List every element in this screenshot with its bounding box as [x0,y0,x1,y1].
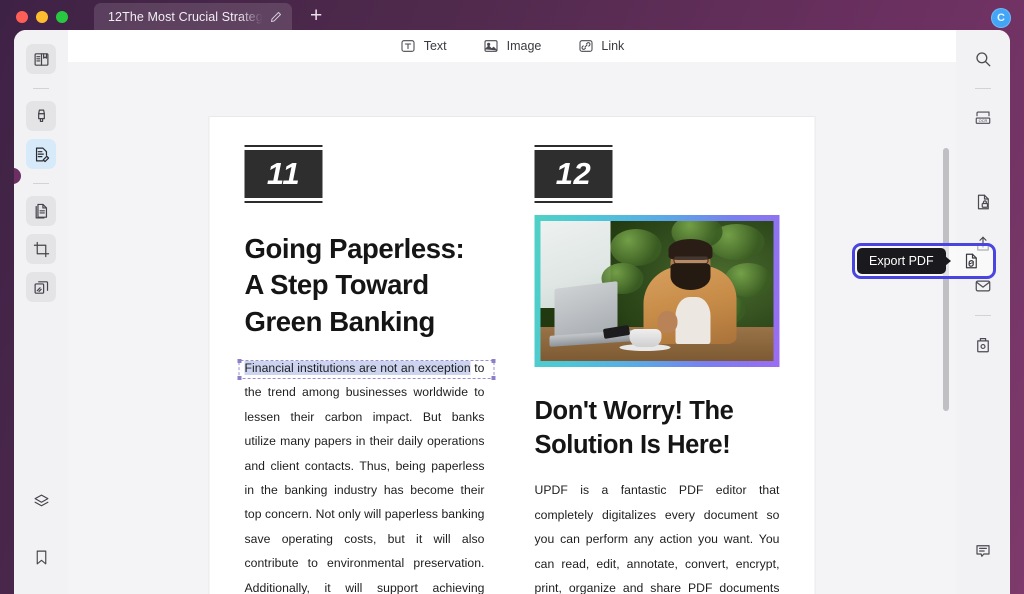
badge-rule-top [244,145,323,147]
layers-icon [33,493,50,510]
sidebar-item-batch[interactable] [26,272,56,302]
export-convert-icon[interactable] [957,247,985,275]
export-pdf-highlight[interactable]: Export PDF [852,243,996,279]
badge-box: 11 [244,150,323,198]
title-bar: 12The Most Crucial Strateg + C [0,0,1024,34]
paragraph-1-rest: to the trend among businesses worldwide … [244,360,485,594]
sidebar-item-annotate[interactable] [26,101,56,131]
left-column-paragraph-1[interactable]: Financial institutions are not an except… [237,356,496,594]
right-item-comments[interactable] [968,536,998,566]
active-tool-marker [14,168,21,184]
left-column-heading: Going Paperless: A Step Toward Green Ban… [244,233,465,337]
vertical-scrollbar[interactable] [943,148,949,411]
book-icon [33,51,50,68]
right-item-protect[interactable] [968,187,998,217]
highlighter-icon [33,108,50,125]
ocr-icon: OCR [974,109,992,127]
right-item-compress[interactable] [968,330,998,360]
document-image-frame[interactable] [534,215,780,367]
selection-handle[interactable] [237,375,242,380]
left-toolbar [14,30,68,594]
photo-coffee-cup [629,328,662,347]
pdf-page[interactable]: 11 Going Paperless: A Step Toward Green … [209,117,815,594]
tool-text[interactable]: Text [400,38,447,55]
right-column-paragraph-1[interactable]: UPDF is a fantastic PDF editor that comp… [535,478,780,594]
application-window: Text Image Link 11 Going Paperless: A St… [14,30,1010,594]
sidebar-item-layers[interactable] [26,486,56,516]
selection-handle[interactable] [491,358,496,363]
selection-handle[interactable] [237,358,242,363]
tool-link[interactable]: Link [577,38,624,55]
badge-box: 12 [534,150,613,198]
tool-text-label: Text [423,39,447,53]
image-icon [483,38,500,55]
tool-image[interactable]: Image [483,38,542,55]
link-icon [577,38,594,55]
edit-document-icon [33,146,50,163]
tab-strip: 12The Most Crucial Strateg + [94,0,328,34]
rail-divider [33,183,49,184]
document-area: Text Image Link 11 Going Paperless: A St… [68,30,956,594]
window-controls [16,11,68,23]
sidebar-item-reader[interactable] [26,44,56,74]
sidebar-item-edit-pdf[interactable] [26,139,56,169]
right-item-ocr[interactable]: OCR [968,103,998,133]
minimize-window-button[interactable] [36,11,48,23]
document-tab[interactable]: 12The Most Crucial Strateg [94,3,292,31]
sidebar-item-organize-pages[interactable] [26,196,56,226]
compress-document-icon [974,336,992,354]
document-photo [540,221,774,361]
right-item-search[interactable] [968,44,998,74]
document-tab-label: 12The Most Crucial Strateg [108,10,263,24]
page-right-column: 12 Don't Worry! The Solution Is Here! UP… [534,145,780,594]
envelope-icon [974,277,992,295]
rail-divider [975,315,991,316]
left-toolbar-bottom [14,486,68,580]
badge-number: 12 [555,156,592,191]
right-item-export-pdf[interactable]: Export PDF [852,145,998,279]
rail-divider [33,88,49,89]
section-number-badge-12: 12 [534,145,613,203]
selected-text: Financial institutions are not an except… [244,360,471,375]
right-toolbar-bottom [956,536,1010,578]
tool-image-label: Image [506,39,542,53]
maximize-window-button[interactable] [56,11,68,23]
photo-person-shirt [675,296,711,345]
photo-foliage [610,229,662,266]
sidebar-item-crop[interactable] [26,234,56,264]
rail-divider [975,88,991,89]
document-scroll-container[interactable]: 11 Going Paperless: A Step Toward Green … [68,62,956,594]
photo-person-beard [670,263,711,290]
page-left-column: 11 Going Paperless: A Step Toward Green … [237,145,496,594]
avatar[interactable]: C [991,8,1011,28]
pages-icon [33,203,50,220]
search-icon [974,50,992,68]
photo-person-glasses [673,256,709,265]
document-lock-icon [974,193,992,211]
text-box-icon [400,38,417,55]
sidebar-item-bookmarks[interactable] [26,542,56,572]
badge-rule-bottom [534,201,613,203]
close-window-button[interactable] [16,11,28,23]
edit-toolbar: Text Image Link [68,30,956,62]
bookmark-icon [33,549,50,566]
section-number-badge-11: 11 [244,145,323,203]
badge-number: 11 [266,156,301,191]
new-tab-button[interactable]: + [304,5,328,29]
pencil-icon[interactable] [270,11,282,23]
tool-link-label: Link [601,39,625,53]
right-column-heading: Don't Worry! The Solution Is Here! [534,397,734,459]
selection-handle[interactable] [491,375,496,380]
export-pdf-tooltip: Export PDF [857,248,946,274]
svg-text:OCR: OCR [979,118,988,123]
badge-rule-bottom [244,201,323,203]
stacked-pages-icon [33,279,50,296]
comment-bubble-icon [974,542,992,560]
badge-rule-top [534,145,613,147]
right-toolbar: OCR Export PDF [852,30,1010,594]
photo-person-hand [657,310,678,333]
crop-icon [33,241,50,258]
